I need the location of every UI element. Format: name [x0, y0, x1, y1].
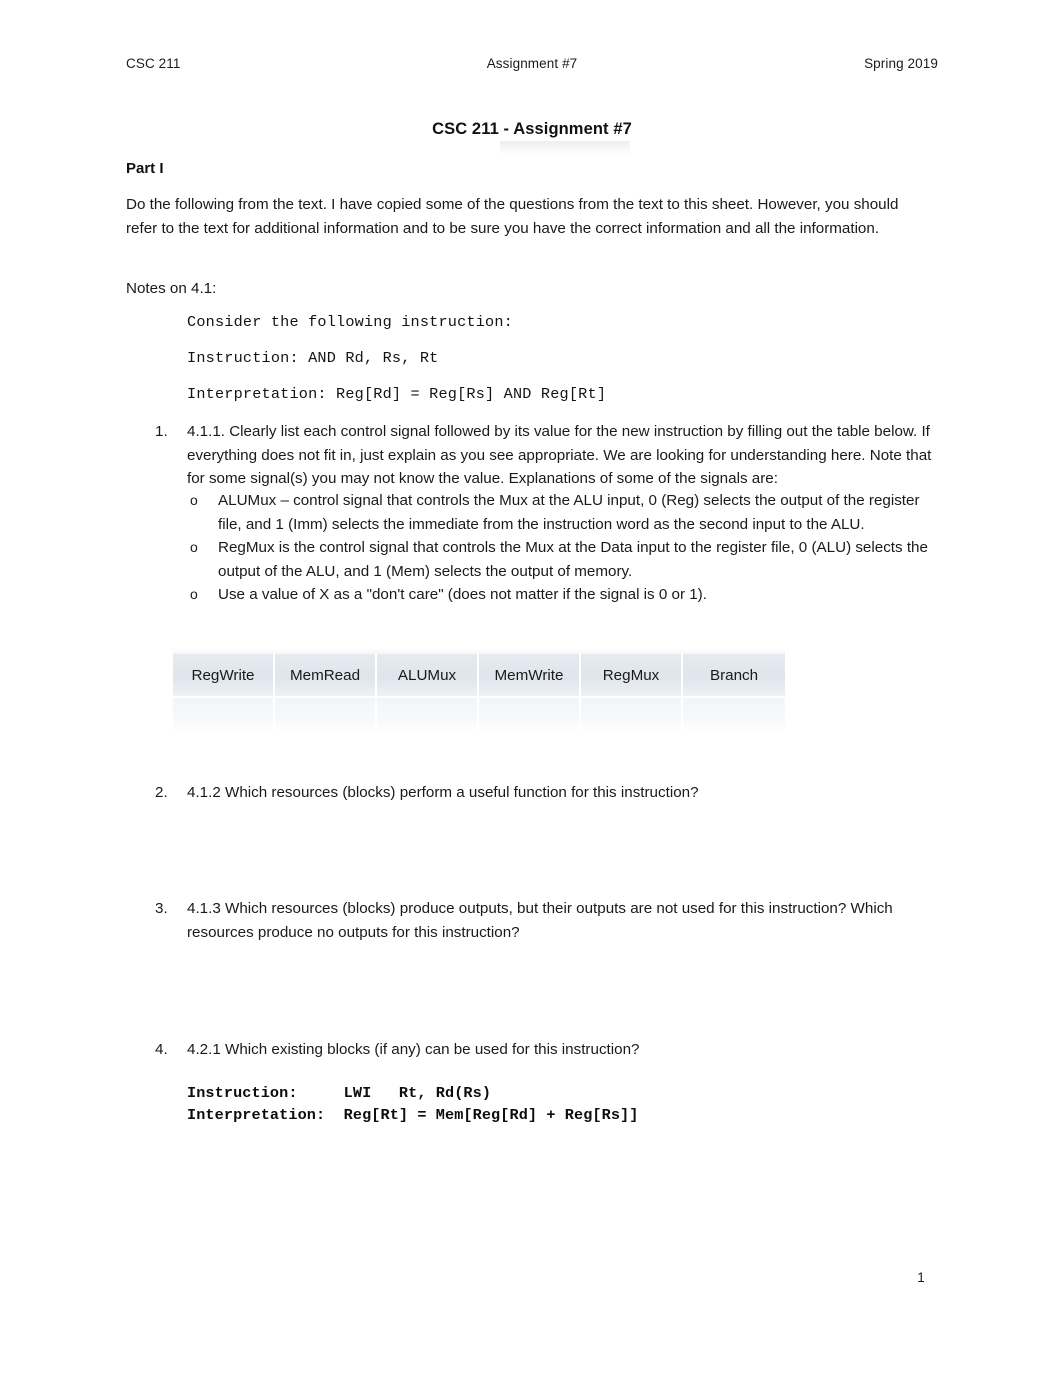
table-cell-alumux-value[interactable]: [377, 698, 479, 734]
code-line-instruction: Instruction: AND Rd, Rs, Rt: [187, 349, 439, 367]
document-page: CSC 211 Assignment #7 Spring 2019 CSC 21…: [0, 0, 1062, 1377]
code-line-lwi-instruction: Instruction: LWI Rt, Rd(Rs): [187, 1084, 492, 1102]
list-item-label: ALUMux – control signal that controls th…: [218, 492, 920, 533]
header-course-code: CSC 211: [126, 56, 181, 71]
table-cell-regmux-value[interactable]: [581, 698, 683, 734]
question-text-2: 4.1.2 Which resources (blocks) perform a…: [187, 784, 699, 801]
question-text-4: 4.2.1 Which existing blocks (if any) can…: [187, 1041, 640, 1058]
question-number-2: 2.: [155, 784, 168, 801]
running-header: CSC 211 Assignment #7 Spring 2019: [126, 56, 938, 71]
list-item: o Use a value of X as a "don't care" (do…: [190, 583, 945, 607]
question-number-3: 3.: [155, 900, 168, 917]
table-header-cell-regwrite: RegWrite: [173, 654, 275, 698]
lwi-instruction-code-block: Instruction: LWI Rt, Rd(Rs) Interpretati…: [187, 1083, 639, 1126]
instruction-code-block: Consider the following instruction: Inst…: [187, 313, 606, 403]
bullet-marker-icon: o: [190, 586, 198, 603]
header-term: Spring 2019: [864, 56, 938, 71]
table-header-cell-memwrite: MemWrite: [479, 654, 581, 698]
code-line-lwi-interpretation: Interpretation: Reg[Rt] = Mem[Reg[Rd] + …: [187, 1105, 639, 1124]
question-text-1: 4.1.1. Clearly list each control signal …: [187, 423, 932, 488]
page-number: 1: [917, 1270, 925, 1285]
bullet-marker-icon: o: [190, 492, 198, 508]
question-item-3: 3. 4.1.3 Which resources (blocks) produc…: [155, 897, 945, 944]
header-assignment-title: Assignment #7: [486, 56, 578, 71]
notes-label: Notes on 4.1:: [126, 280, 217, 297]
table-cell-branch-value[interactable]: [683, 698, 785, 734]
control-signal-table: RegWrite MemRead ALUMux MemWrite RegMux …: [173, 654, 785, 734]
table-row: [173, 698, 785, 734]
title-shading: [500, 141, 630, 155]
question-item-4: 4. 4.2.1 Which existing blocks (if any) …: [155, 1038, 945, 1062]
question-item-1: 1. 4.1.1. Clearly list each control sign…: [155, 420, 945, 491]
list-item-label: RegMux is the control signal that contro…: [218, 539, 928, 580]
list-item-label: Use a value of X as a "don't care" (does…: [218, 586, 707, 604]
question-number-1: 1.: [155, 423, 168, 440]
intro-paragraph: Do the following from the text. I have c…: [126, 196, 899, 237]
list-item: o RegMux is the control signal that cont…: [190, 536, 945, 583]
bullet-marker-icon: o: [190, 539, 198, 556]
table-header-cell-branch: Branch: [683, 654, 785, 698]
table-cell-memread-value[interactable]: [275, 698, 377, 734]
table-cell-regwrite-value[interactable]: [173, 698, 275, 734]
question-number-4: 4.: [155, 1041, 168, 1058]
table-header-cell-regmux: RegMux: [581, 654, 683, 698]
code-line-interpretation: Interpretation: Reg[Rd] = Reg[Rs] AND Re…: [187, 385, 607, 403]
table-cell-memwrite-value[interactable]: [479, 698, 581, 734]
code-line-consider: Consider the following instruction:: [187, 313, 513, 331]
table-header-cell-alumux: ALUMux: [377, 654, 479, 698]
question-item-2: 2. 4.1.2 Which resources (blocks) perfor…: [155, 781, 945, 805]
question-text-3: 4.1.3 Which resources (blocks) produce o…: [187, 900, 893, 941]
signal-explanation-list: o ALUMux – control signal that controls …: [190, 489, 945, 607]
table-header-cell-memread: MemRead: [275, 654, 377, 698]
table-header-row: RegWrite MemRead ALUMux MemWrite RegMux …: [173, 654, 785, 698]
page-title: CSC 211 - Assignment #7: [432, 120, 632, 138]
list-item: o ALUMux – control signal that controls …: [190, 489, 945, 536]
part-heading: Part I: [126, 160, 164, 177]
